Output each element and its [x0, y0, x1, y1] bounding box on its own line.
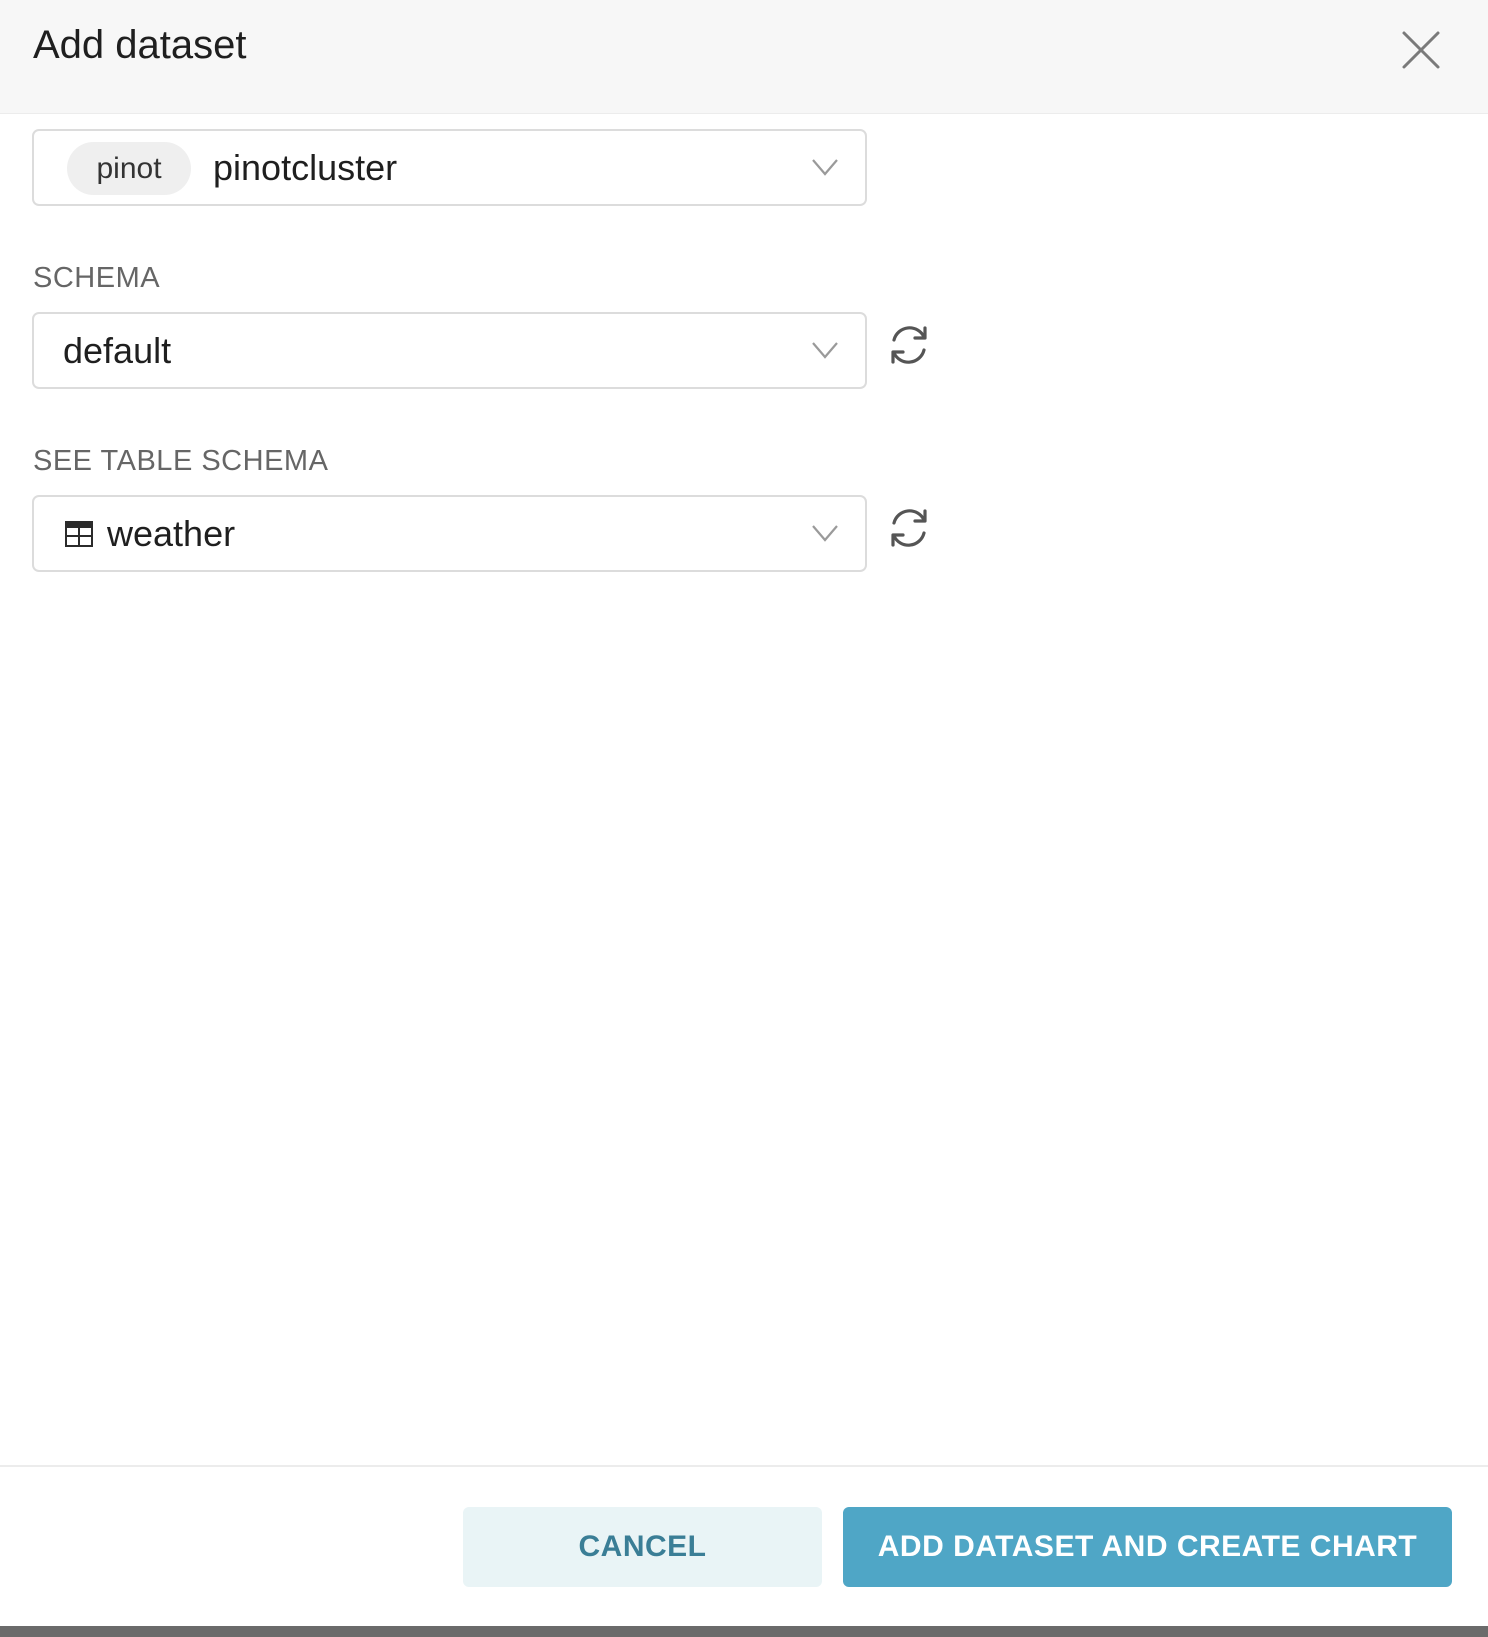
table-select-value: weather	[107, 513, 236, 554]
table-refresh-icon[interactable]	[887, 506, 931, 550]
chevron-down-icon	[812, 159, 838, 176]
table-select[interactable]: weather	[32, 495, 867, 572]
add-dataset-modal: Add dataset pinot pinotcluster SCHEMA de…	[0, 0, 1488, 1637]
close-icon[interactable]	[1398, 27, 1444, 73]
schema-select[interactable]: default	[32, 312, 867, 389]
schema-refresh-icon[interactable]	[887, 323, 931, 367]
database-select[interactable]: pinot pinotcluster	[32, 129, 867, 206]
schema-select-value: default	[63, 330, 172, 371]
footer-divider	[0, 1465, 1488, 1467]
database-engine-tag: pinot	[67, 142, 191, 195]
cancel-button[interactable]: CANCEL	[463, 1507, 822, 1587]
modal-header: Add dataset	[0, 0, 1488, 114]
chevron-down-icon	[812, 525, 838, 542]
table-schema-label: SEE TABLE SCHEMA	[33, 445, 329, 477]
bottom-edge	[0, 1626, 1488, 1637]
database-select-value: pinotcluster	[213, 147, 398, 188]
chevron-down-icon	[812, 342, 838, 359]
add-dataset-and-create-chart-button[interactable]: ADD DATASET AND CREATE CHART	[843, 1507, 1452, 1587]
table-icon	[65, 521, 93, 547]
modal-title: Add dataset	[33, 23, 247, 67]
schema-label: SCHEMA	[33, 262, 161, 294]
